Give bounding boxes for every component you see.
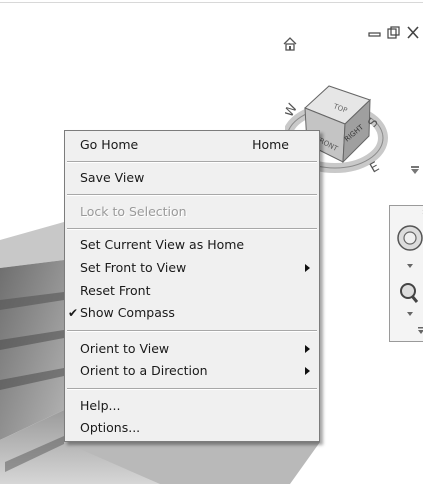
compass-east-label: E	[368, 159, 383, 176]
checkmark-icon: ✔	[68, 306, 79, 320]
menu-item-orient-to-direction[interactable]: Orient to a Direction	[65, 360, 319, 382]
menu-item-orient-to-view[interactable]: Orient to View	[65, 338, 319, 360]
menu-item-reset-front[interactable]: Reset Front	[65, 280, 319, 302]
menu-separator	[67, 388, 317, 390]
submenu-arrow-icon	[305, 367, 310, 375]
home-icon[interactable]	[283, 36, 297, 51]
menu-item-set-front-to-view[interactable]: Set Front to View	[65, 257, 319, 279]
go-home-shortcut: Home	[252, 137, 289, 152]
submenu-arrow-icon	[305, 264, 310, 272]
submenu-arrow-icon	[305, 345, 310, 353]
menu-item-help[interactable]: Help...	[65, 395, 319, 417]
set-current-view-as-home-label: Set Current View as Home	[80, 237, 245, 252]
lock-to-selection-label: Lock to Selection	[80, 204, 187, 219]
reset-front-label: Reset Front	[80, 283, 151, 298]
menu-item-go-home[interactable]: Go Home Home	[65, 134, 319, 156]
set-front-to-view-label: Set Front to View	[80, 260, 187, 275]
menu-item-set-current-view-as-home[interactable]: Set Current View as Home	[65, 234, 319, 256]
menu-item-lock-to-selection: Lock to Selection	[65, 201, 319, 223]
menu-separator	[67, 194, 317, 196]
orient-to-direction-label: Orient to a Direction	[80, 363, 208, 378]
options-label: Options...	[80, 420, 141, 435]
zoom-dropdown-icon	[407, 312, 413, 316]
menu-item-options[interactable]: Options...	[65, 417, 319, 439]
close-icon[interactable]	[406, 26, 423, 43]
go-home-label: Go Home	[80, 137, 139, 152]
navigation-bar	[389, 205, 423, 342]
menu-item-save-view[interactable]: Save View	[65, 167, 319, 189]
save-view-label: Save View	[80, 170, 145, 185]
orient-to-view-label: Orient to View	[80, 341, 170, 356]
show-compass-label: Show Compass	[80, 305, 175, 320]
menu-separator	[67, 330, 317, 332]
viewcube-context-menu: Go Home Home Save View Lock to Selection…	[64, 130, 320, 442]
steering-wheel-dropdown-icon	[407, 264, 413, 268]
restore-icon[interactable]	[387, 26, 400, 43]
navbar-options-icon	[418, 330, 423, 334]
help-label: Help...	[80, 398, 121, 413]
menu-separator	[67, 228, 317, 230]
menu-item-show-compass[interactable]: ✔ Show Compass	[65, 302, 319, 324]
viewcube-menu-arrow-icon	[411, 169, 419, 174]
minimize-icon[interactable]	[368, 26, 381, 41]
menu-separator	[67, 161, 317, 163]
